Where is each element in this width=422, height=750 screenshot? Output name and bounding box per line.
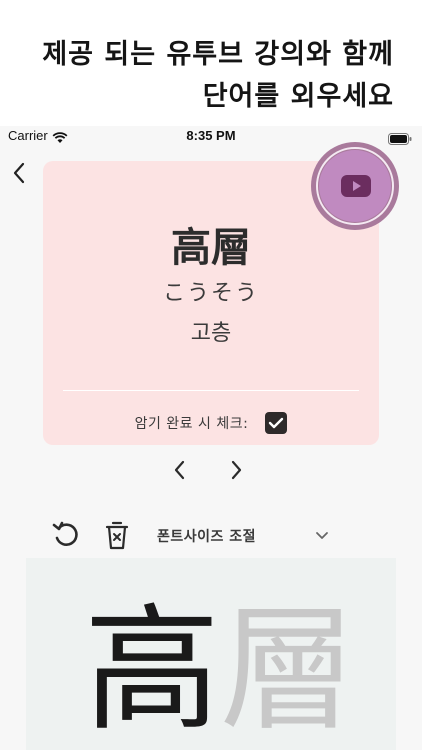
font-size-dropdown[interactable] (313, 528, 331, 542)
play-icon (353, 181, 361, 191)
phone-screen: Carrier 8:35 PM 高層 こうそう 고층 암기 완료 시 체크: 폰… (0, 126, 422, 750)
handwriting-canvas[interactable]: 高層 (26, 558, 396, 750)
chevron-down-icon (316, 532, 328, 539)
status-time: 8:35 PM (186, 128, 236, 143)
trash-icon (105, 521, 129, 550)
card-divider (63, 390, 359, 391)
youtube-lecture-button[interactable] (311, 142, 399, 230)
memorized-label: 암기 완료 시 체크: (134, 416, 249, 432)
clear-canvas-button[interactable] (104, 519, 130, 551)
promo-line-2: 단어를 외우세요 (202, 81, 394, 112)
next-word-button[interactable] (226, 458, 246, 482)
undo-button[interactable] (50, 519, 82, 551)
word-kanji: 高層 (171, 225, 251, 271)
font-size-dropdown-label[interactable]: 폰트사이즈 조절 (157, 526, 256, 546)
practice-char-second: 層 (220, 592, 356, 750)
practice-characters: 高層 (84, 596, 356, 746)
youtube-icon (341, 175, 371, 197)
memorized-checkbox[interactable] (265, 412, 288, 434)
memorized-row: 암기 완료 시 체크: (43, 412, 379, 436)
battery-icon (388, 130, 412, 149)
word-meaning: 고층 (190, 321, 232, 346)
chevron-left-icon (174, 460, 185, 480)
chevron-left-icon (13, 162, 25, 184)
chevron-right-icon (231, 460, 242, 480)
word-reading: こうそう (162, 281, 259, 306)
checkmark-icon (269, 417, 284, 429)
previous-word-button[interactable] (170, 458, 190, 482)
back-button[interactable] (10, 160, 30, 186)
undo-icon (52, 521, 78, 546)
promo-heading: 제공 되는 유투브 강의와 함께 단어를 외우세요 (14, 34, 394, 118)
promo-line-1: 제공 되는 유투브 강의와 함께 (42, 39, 394, 70)
practice-char-first: 高 (84, 592, 220, 750)
